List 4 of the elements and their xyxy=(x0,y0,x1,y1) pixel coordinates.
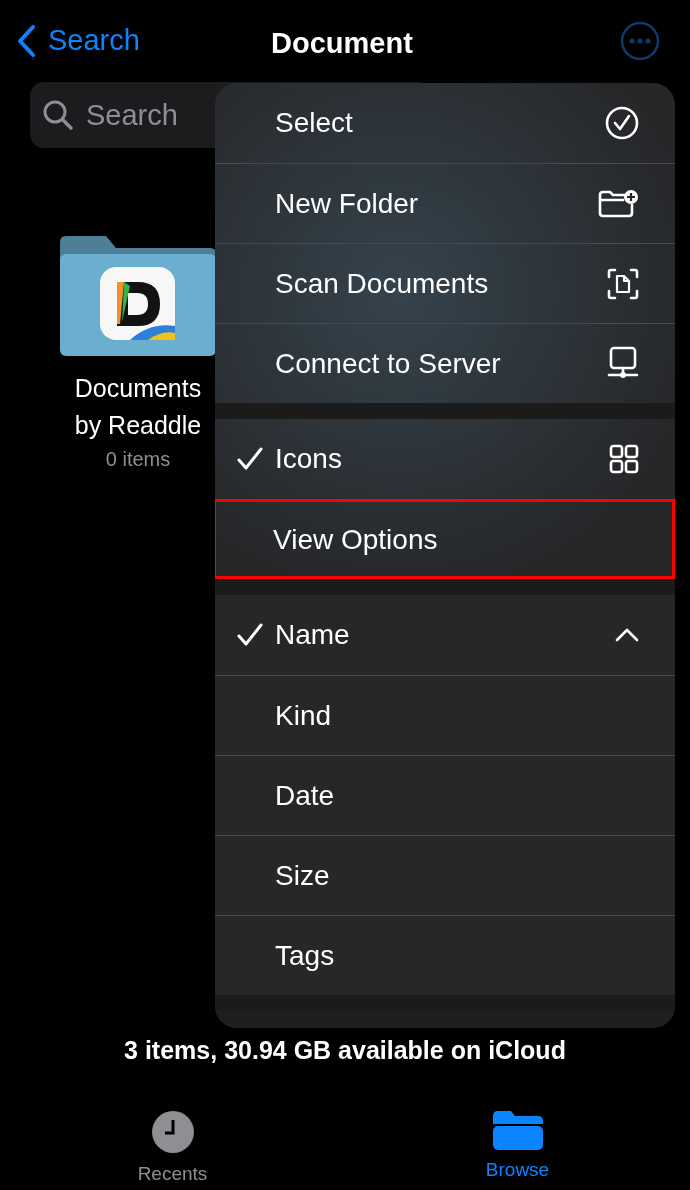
item-count: 0 items xyxy=(105,447,171,472)
storage-status: 3 items, 30.94 GB available on iCloud xyxy=(123,1035,567,1066)
folder-name: Documents by Readdle xyxy=(73,373,203,441)
screen-title: Document xyxy=(271,26,413,61)
